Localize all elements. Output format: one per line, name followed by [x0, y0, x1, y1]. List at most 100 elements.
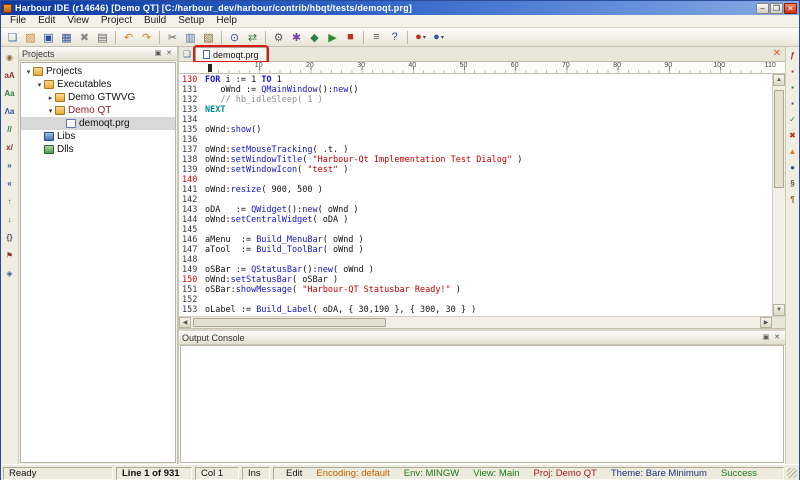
code-line: 135oWnd:show()	[179, 125, 772, 135]
compile-icon[interactable]: ◆	[306, 29, 323, 45]
scroll-up-icon[interactable]: ▲	[773, 74, 785, 86]
minimize-button[interactable]: –	[756, 3, 769, 14]
save-icon[interactable]: ▣	[40, 29, 57, 45]
stop-icon[interactable]: ■	[342, 29, 359, 45]
vscroll-track[interactable]	[773, 86, 785, 304]
build-icon[interactable]: ⚙	[270, 29, 287, 45]
window-title: Harbour IDE (r14646) [Demo QT] [C:/harbo…	[15, 3, 753, 13]
scroll-right-icon[interactable]: ▶	[760, 317, 772, 328]
build-launch-icon[interactable]: ✱	[288, 29, 305, 45]
comment-icon[interactable]: //	[2, 122, 17, 136]
menu-view[interactable]: View	[61, 15, 95, 27]
bookmark-1-icon[interactable]: ▪	[787, 66, 799, 77]
line-number: 139	[179, 165, 205, 175]
tree-item-demo-qt[interactable]: ▾Demo QT	[21, 104, 175, 117]
status-info-panel: EditEncoding: defaultEnv: MINGWView: Mai…	[273, 467, 784, 480]
warning-marker-icon[interactable]: ▲	[787, 146, 799, 157]
close-button[interactable]: ✕	[784, 3, 797, 14]
todo-icon[interactable]: ✓	[787, 114, 799, 125]
replace-icon[interactable]: ⇄	[244, 29, 261, 45]
tab-demoqt[interactable]: demoqt.prg	[195, 47, 267, 61]
tab-list-icon[interactable]: ❏	[181, 48, 193, 60]
view-options-icon[interactable]: ●▾	[430, 29, 447, 45]
tab-close-icon[interactable]: ✕	[773, 48, 781, 59]
code-text	[205, 195, 772, 205]
run-icon[interactable]: ▶	[324, 29, 341, 45]
cut-icon[interactable]: ✂	[164, 29, 181, 45]
help-icon[interactable]: ?	[386, 29, 403, 45]
ruler-number: 90	[664, 62, 672, 69]
output-console-dock: Output Console ▣ ✕	[179, 331, 785, 464]
invert-case-icon[interactable]: Λa	[2, 104, 17, 118]
redo-icon[interactable]: ↷	[138, 29, 155, 45]
info-marker-icon[interactable]: ●	[787, 162, 799, 173]
save-all-icon[interactable]: ▦	[58, 29, 75, 45]
tree-item-demoqt-prg[interactable]: demoqt.prg	[21, 117, 175, 130]
tree-item-demo-gtwvg[interactable]: ▸Demo GTWVG	[21, 91, 175, 104]
bookmark-2-icon[interactable]: ▪	[787, 82, 799, 93]
move-line-down-icon[interactable]: ↓	[2, 212, 17, 226]
paste-icon[interactable]: ▧	[200, 29, 217, 45]
code-line: 140	[179, 175, 772, 185]
folder-icon	[55, 106, 65, 115]
to-uppercase-icon[interactable]: aA	[2, 68, 17, 82]
toolbar-separator	[265, 31, 266, 44]
new-file-icon[interactable]: ❏	[4, 29, 21, 45]
menu-setup[interactable]: Setup	[172, 15, 210, 27]
scroll-down-icon[interactable]: ▼	[773, 304, 785, 316]
console-close-icon[interactable]: ✕	[772, 333, 782, 343]
indent-right-icon[interactable]: »	[2, 158, 17, 172]
menu-help[interactable]: Help	[210, 15, 243, 27]
tree-expander-icon[interactable]: ▾	[24, 68, 33, 76]
paragraph-icon[interactable]: ¶	[787, 194, 799, 205]
tree-expander-icon[interactable]: ▸	[46, 94, 55, 102]
close-file-icon[interactable]: ✖	[76, 29, 93, 45]
copy-icon[interactable]: ▥	[182, 29, 199, 45]
print-icon[interactable]: ▤	[94, 29, 111, 45]
tree-item-libs[interactable]: Libs	[21, 130, 175, 143]
menu-file[interactable]: File	[4, 15, 32, 27]
macro-icon[interactable]: ◈	[2, 266, 17, 280]
hscroll-track[interactable]	[191, 317, 760, 328]
maximize-button[interactable]: ❐	[770, 3, 783, 14]
tree-item-projects[interactable]: ▾Projects	[21, 65, 175, 78]
menu-build[interactable]: Build	[138, 15, 172, 27]
code-line: 142	[179, 195, 772, 205]
tree-item-dlls[interactable]: Dlls	[21, 143, 175, 156]
to-lowercase-icon[interactable]: Aa	[2, 86, 17, 100]
uncomment-icon[interactable]: x/	[2, 140, 17, 154]
vertical-scrollbar[interactable]: ▲ ▼	[772, 74, 785, 316]
horizontal-scrollbar[interactable]: ◀ ▶	[179, 316, 785, 328]
scroll-left-icon[interactable]: ◀	[179, 317, 191, 328]
pin-icon[interactable]: ◉	[2, 50, 17, 64]
find-icon[interactable]: ⊙	[226, 29, 243, 45]
match-brace-icon[interactable]: {}	[2, 230, 17, 244]
tree-item-executables[interactable]: ▾Executables	[21, 78, 175, 91]
code-text	[205, 115, 772, 125]
hscroll-thumb[interactable]	[193, 318, 386, 327]
dock-float-icon[interactable]: ▣	[153, 49, 163, 59]
dock-close-icon[interactable]: ✕	[164, 49, 174, 59]
move-line-up-icon[interactable]: ↑	[2, 194, 17, 208]
folder-icon	[44, 80, 54, 89]
format-source-icon[interactable]: ≡	[368, 29, 385, 45]
error-marker-icon[interactable]: ✖	[787, 130, 799, 141]
bookmark-icon[interactable]: ⚑	[2, 248, 17, 262]
undo-icon[interactable]: ↶	[120, 29, 137, 45]
tree-item-label: Dlls	[57, 144, 74, 155]
tree-expander-icon[interactable]: ▾	[35, 81, 44, 89]
tree-expander-icon[interactable]: ▾	[46, 107, 55, 115]
section-icon[interactable]: §	[787, 178, 799, 189]
menu-project[interactable]: Project	[95, 15, 138, 27]
indent-left-icon[interactable]: «	[2, 176, 17, 190]
menu-edit[interactable]: Edit	[32, 15, 61, 27]
console-float-icon[interactable]: ▣	[761, 333, 771, 343]
bookmark-3-icon[interactable]: ▪	[787, 98, 799, 109]
functions-list-icon[interactable]: ƒ	[787, 50, 799, 61]
resize-grip[interactable]	[787, 468, 797, 478]
open-project-icon[interactable]: ▨	[22, 29, 39, 45]
code-editor[interactable]: 130FOR i := 1 TO 1131 oWnd := QMainWindo…	[179, 74, 772, 316]
line-number: 147	[179, 245, 205, 255]
run-options-icon[interactable]: ●▾	[412, 29, 429, 45]
vscroll-thumb[interactable]	[774, 90, 784, 188]
